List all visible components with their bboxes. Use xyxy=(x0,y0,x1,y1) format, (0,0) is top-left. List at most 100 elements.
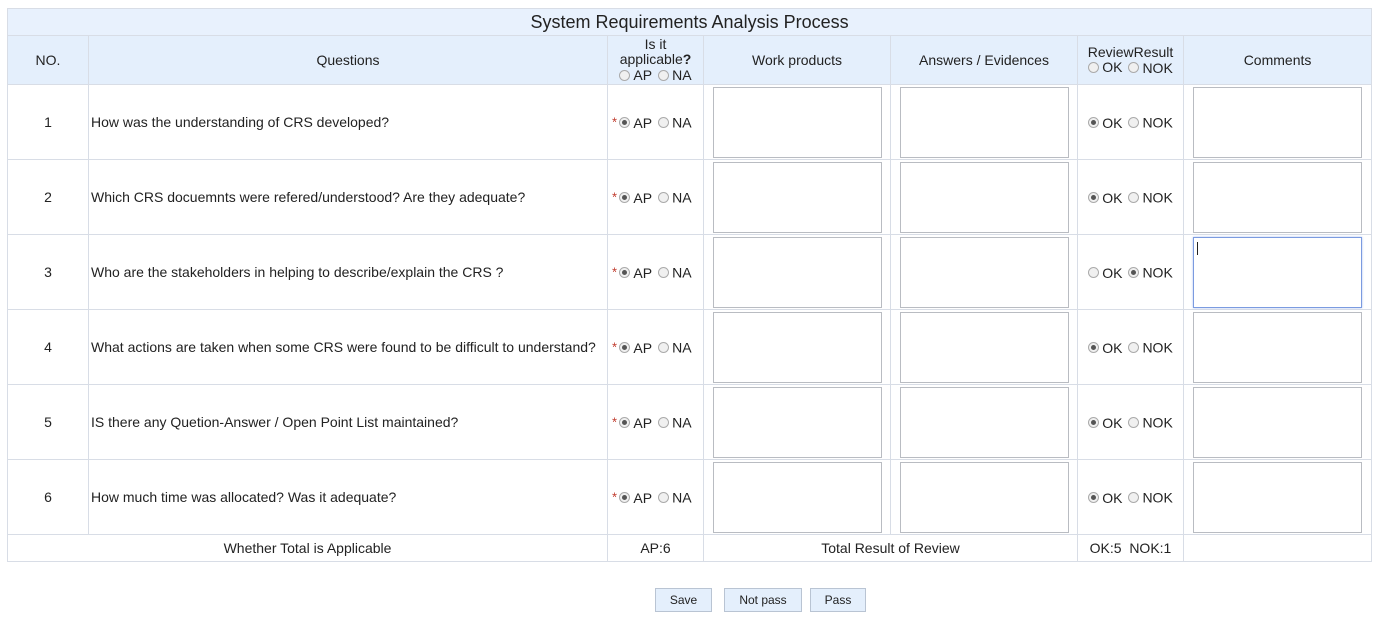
answers-textarea[interactable] xyxy=(899,311,1069,383)
save-button[interactable]: Save xyxy=(655,588,712,612)
pass-button[interactable]: Pass xyxy=(810,588,866,612)
row-answers xyxy=(890,384,1078,460)
header-ap-label: AP xyxy=(633,67,653,84)
ap-radio[interactable] xyxy=(619,192,631,204)
total-applicable-value: AP:6 xyxy=(607,534,704,562)
row-number: 3 xyxy=(7,234,89,310)
comments-textarea[interactable] xyxy=(1193,236,1363,308)
work-products-textarea[interactable] xyxy=(712,236,882,308)
row-applicable: AP NA xyxy=(607,309,704,385)
nok-radio[interactable] xyxy=(1128,417,1140,429)
header-applicable-line1: Is it xyxy=(644,35,667,52)
row-work-products xyxy=(703,459,891,535)
ap-label: AP xyxy=(633,339,653,356)
nok-label: NOK xyxy=(1142,489,1173,506)
row-work-products xyxy=(703,234,891,310)
na-radio[interactable] xyxy=(658,492,670,504)
row-review-result: OK NOK xyxy=(1077,459,1184,535)
required-marker: * xyxy=(611,339,617,355)
row-answers xyxy=(890,84,1078,160)
work-products-textarea[interactable] xyxy=(712,86,882,158)
header-ok-label: OK xyxy=(1102,59,1123,76)
ap-label: AP xyxy=(633,489,653,506)
na-radio[interactable] xyxy=(658,417,670,429)
row-work-products xyxy=(703,309,891,385)
required-marker: * xyxy=(611,114,617,130)
answers-textarea[interactable] xyxy=(899,161,1069,233)
required-marker: * xyxy=(611,189,617,205)
header-applicable-line2: applicable? xyxy=(608,50,703,67)
nok-radio[interactable] xyxy=(1128,267,1140,279)
ap-label: AP xyxy=(633,189,653,206)
ap-radio[interactable] xyxy=(619,267,631,279)
answers-textarea[interactable] xyxy=(899,461,1069,533)
nok-radio[interactable] xyxy=(1128,342,1140,354)
row-answers xyxy=(890,459,1078,535)
nok-radio[interactable] xyxy=(1128,492,1140,504)
help-icon[interactable]: ? xyxy=(683,51,692,67)
comments-textarea[interactable] xyxy=(1193,311,1363,383)
row-question: How was the understanding of CRS develop… xyxy=(88,84,617,160)
not-pass-button[interactable]: Not pass xyxy=(724,588,802,612)
row-applicable: AP NA xyxy=(607,159,704,235)
nok-label: NOK xyxy=(1142,414,1173,431)
na-radio[interactable] xyxy=(658,117,670,129)
nok-radio[interactable] xyxy=(1128,117,1140,129)
question-text: Which CRS docuemnts were refered/underst… xyxy=(91,189,526,205)
total-applicable-label: Whether Total is Applicable xyxy=(7,534,608,562)
header-nok-radio[interactable] xyxy=(1128,62,1140,74)
comments-textarea[interactable] xyxy=(1193,161,1363,233)
row-number: 2 xyxy=(7,159,89,235)
ok-radio[interactable] xyxy=(1088,117,1100,129)
row-answers xyxy=(890,309,1078,385)
answers-textarea[interactable] xyxy=(899,386,1069,458)
text-caret xyxy=(1197,241,1199,255)
work-products-textarea[interactable] xyxy=(712,461,882,533)
nok-label: NOK xyxy=(1142,339,1173,356)
na-radio[interactable] xyxy=(658,192,670,204)
table-row: 5 IS there any Quetion-Answer / Open Poin… xyxy=(7,384,1373,460)
answers-textarea[interactable] xyxy=(899,236,1069,308)
header-ap-radio[interactable] xyxy=(619,70,631,82)
row-question: Who are the stakeholders in helping to d… xyxy=(88,234,617,310)
header-comments: Comments xyxy=(1182,35,1373,85)
comments-textarea[interactable] xyxy=(1193,386,1363,458)
comments-textarea[interactable] xyxy=(1193,86,1363,158)
na-radio[interactable] xyxy=(658,342,670,354)
total-comments-blank xyxy=(1182,534,1373,562)
na-label: NA xyxy=(672,339,692,356)
comments-textarea[interactable] xyxy=(1193,461,1363,533)
header-na-label: NA xyxy=(672,67,692,84)
ap-radio[interactable] xyxy=(619,117,631,129)
ok-radio[interactable] xyxy=(1088,492,1100,504)
work-products-textarea[interactable] xyxy=(712,311,882,383)
work-products-textarea[interactable] xyxy=(712,386,882,458)
ok-radio[interactable] xyxy=(1088,267,1100,279)
na-label: NA xyxy=(672,114,692,131)
row-question: How much time was allocated? Was it adeq… xyxy=(88,459,617,535)
table-row: 2 Which CRS docuemnts were refered/unders… xyxy=(7,159,1373,235)
header-na-radio[interactable] xyxy=(658,70,670,82)
na-radio[interactable] xyxy=(658,267,670,279)
ok-radio[interactable] xyxy=(1088,192,1100,204)
ok-label: OK xyxy=(1102,264,1123,281)
header-review-radios: OK NOK xyxy=(1078,60,1183,76)
header-nok-label: NOK xyxy=(1142,59,1173,76)
header-applicable-label: applicable xyxy=(619,50,683,67)
header-questions: Questions xyxy=(88,35,608,85)
work-products-textarea[interactable] xyxy=(712,161,882,233)
ap-radio[interactable] xyxy=(619,417,631,429)
ok-radio[interactable] xyxy=(1088,342,1100,354)
nok-radio[interactable] xyxy=(1128,192,1140,204)
question-text: What actions are taken when some CRS wer… xyxy=(91,339,596,355)
ap-radio[interactable] xyxy=(619,492,631,504)
ap-radio[interactable] xyxy=(619,342,631,354)
required-marker: * xyxy=(611,489,617,505)
table-title: System Requirements Analysis Process xyxy=(6,8,1373,36)
ok-label: OK xyxy=(1102,339,1123,356)
ok-label: OK xyxy=(1102,489,1123,506)
row-review-result: OK NOK xyxy=(1077,384,1184,460)
header-ok-radio[interactable] xyxy=(1088,62,1100,74)
answers-textarea[interactable] xyxy=(899,86,1069,158)
ok-radio[interactable] xyxy=(1088,417,1100,429)
